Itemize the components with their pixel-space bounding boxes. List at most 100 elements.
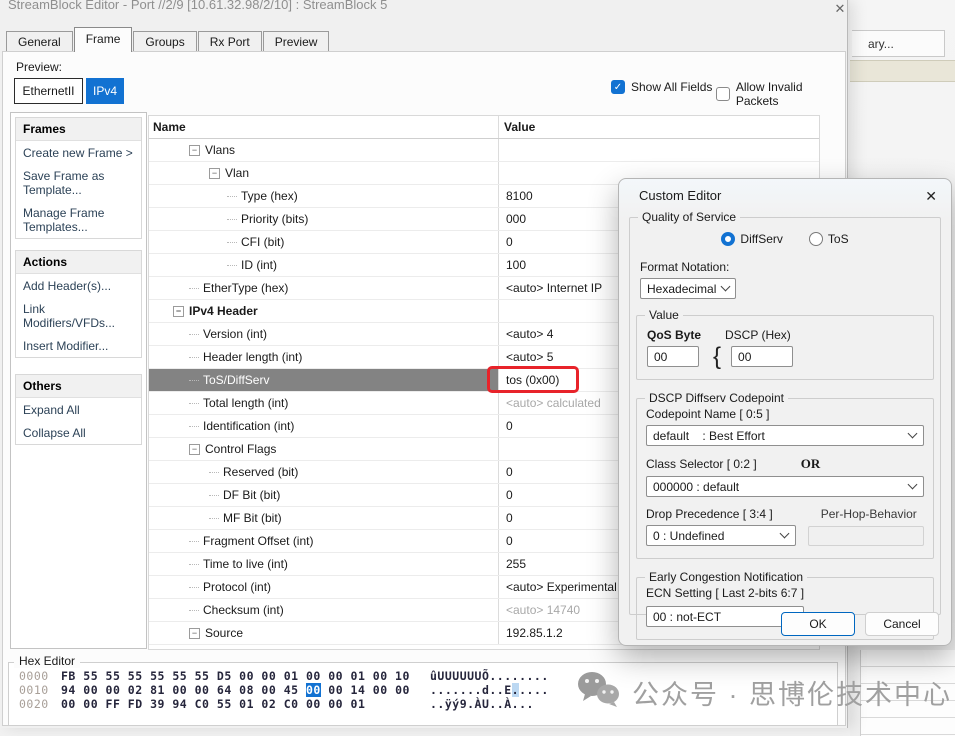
ok-button[interactable]: OK <box>781 612 855 636</box>
show-all-fields-option[interactable]: ✓ Show All Fields <box>611 80 712 94</box>
collapse-icon[interactable]: − <box>189 145 200 156</box>
hex-offset: 0000 <box>19 669 61 683</box>
watermark-text: 公众号 · 思博伦技术中心 <box>632 673 952 712</box>
value-group-label: Value <box>645 308 683 322</box>
allow-invalid-packets-option[interactable]: Allow Invalid Packets <box>716 80 847 108</box>
checkbox-checked-icon[interactable]: ✓ <box>611 80 625 94</box>
selected-byte[interactable]: 00 <box>306 683 321 697</box>
tab-bar: General Frame Groups Rx Port Preview <box>6 29 330 52</box>
tree-leaf-tick <box>189 357 199 358</box>
drop-precedence-label: Drop Precedence [ 3:4 ] <box>646 507 773 521</box>
class-selector-label: Class Selector [ 0:2 ] <box>646 457 757 471</box>
format-notation-label: Format Notation: <box>640 260 934 274</box>
custom-editor-dialog: Custom Editor ✕ Quality of Service DiffS… <box>618 178 952 646</box>
tree-leaf-tick <box>189 541 199 542</box>
ecn-group-label: Early Congestion Notification <box>645 570 807 584</box>
collapse-icon[interactable]: − <box>173 306 184 317</box>
actions-section-title: Actions <box>16 251 141 274</box>
frames-section-title: Frames <box>16 118 141 141</box>
dialog-close-icon[interactable]: ✕ <box>925 188 937 205</box>
tree-leaf-tick <box>189 334 199 335</box>
dscp-group-label: DSCP Diffserv Codepoint <box>645 391 788 405</box>
cancel-button[interactable]: Cancel <box>865 612 939 636</box>
tree-leaf-tick <box>189 564 199 565</box>
codepoint-name-select[interactable]: default : Best Effort <box>646 425 924 446</box>
tab-preview[interactable]: Preview <box>263 31 330 52</box>
tree-leaf-tick <box>227 242 237 243</box>
red-annotation-rectangle <box>487 366 579 393</box>
sidebar-item-collapse-all[interactable]: Collapse All <box>16 421 141 444</box>
background-partial-tab[interactable]: ary... <box>852 30 945 57</box>
per-hop-behavior-label: Per-Hop-Behavior <box>821 507 917 521</box>
tree-leaf-tick <box>189 587 199 588</box>
checkbox-unchecked-icon[interactable] <box>716 87 730 101</box>
diffserv-radio[interactable]: DiffServ <box>721 232 782 246</box>
frames-section: Frames Create new Frame > Save Frame as … <box>15 117 142 239</box>
title-bar: StreamBlock Editor - Port //2/9 [10.61.3… <box>0 0 848 28</box>
value-column-header: Value <box>499 116 819 138</box>
watermark: 公众号 · 思博伦技术中心 <box>576 670 952 715</box>
per-hop-behavior-field-disabled <box>808 526 924 546</box>
ethernetii-button[interactable]: EthernetII <box>14 78 83 104</box>
task-sidebar: Frames Create new Frame > Save Frame as … <box>10 112 147 649</box>
sidebar-item-add-headers[interactable]: Add Header(s)... <box>16 274 141 297</box>
radio-selected-icon[interactable] <box>721 232 735 246</box>
sidebar-item-save-frame-as-template[interactable]: Save Frame as Template... <box>16 164 141 201</box>
sidebar-item-manage-frame-templates[interactable]: Manage Frame Templates... <box>16 201 141 238</box>
selected-ascii-char: . <box>512 683 519 697</box>
hex-offset: 0010 <box>19 683 61 697</box>
others-section-title: Others <box>16 375 141 398</box>
class-selector-select[interactable]: 000000 : default <box>646 476 924 497</box>
value-group: Value QoS Byte DSCP (Hex) 00 { 00 <box>636 315 934 380</box>
preview-label: Preview: <box>16 60 62 74</box>
tree-leaf-tick <box>227 265 237 266</box>
tab-rx-port[interactable]: Rx Port <box>198 31 262 52</box>
tree-leaf-tick <box>189 288 199 289</box>
qos-byte-input[interactable]: 00 <box>647 346 699 367</box>
table-row-vlans[interactable]: −Vlans <box>149 139 819 162</box>
tab-frame[interactable]: Frame <box>74 27 133 52</box>
show-all-fields-label: Show All Fields <box>631 80 712 94</box>
ipv4-button[interactable]: IPv4 <box>86 78 124 104</box>
brace-glyph: { <box>713 347 721 367</box>
sidebar-item-link-modifiers-vfds[interactable]: Link Modifiers/VFDs... <box>16 297 141 334</box>
wechat-icon <box>576 670 622 715</box>
tree-leaf-tick <box>209 495 219 496</box>
collapse-icon[interactable]: − <box>189 628 200 639</box>
quality-of-service-group: Quality of Service DiffServ ToS Format N… <box>629 217 941 615</box>
actions-section: Actions Add Header(s)... Link Modifiers/… <box>15 250 142 358</box>
sidebar-item-insert-modifier[interactable]: Insert Modifier... <box>16 334 141 357</box>
chevron-down-icon <box>908 429 918 439</box>
name-column-header: Name <box>149 116 499 138</box>
tree-leaf-tick <box>189 380 199 381</box>
dscp-diffserv-codepoint-group: DSCP Diffserv Codepoint Codepoint Name [… <box>636 398 934 559</box>
table-header: Name Value <box>149 116 819 139</box>
hex-offset: 0020 <box>19 697 61 711</box>
tree-leaf-tick <box>209 518 219 519</box>
tos-radio[interactable]: ToS <box>809 232 849 246</box>
chevron-down-icon <box>908 480 918 490</box>
window-title: StreamBlock Editor - Port //2/9 [10.61.3… <box>8 0 387 12</box>
close-icon[interactable]: ✕ <box>832 1 848 17</box>
dscp-hex-input[interactable]: 00 <box>731 346 793 367</box>
hex-editor-label: Hex Editor <box>14 654 80 668</box>
sidebar-item-create-new-frame[interactable]: Create new Frame > <box>16 141 141 164</box>
collapse-icon[interactable]: − <box>189 444 200 455</box>
tree-leaf-tick <box>209 472 219 473</box>
tree-leaf-tick <box>189 610 199 611</box>
sidebar-item-expand-all[interactable]: Expand All <box>16 398 141 421</box>
others-section: Others Expand All Collapse All <box>15 374 142 445</box>
ecn-setting-label: ECN Setting [ Last 2-bits 6:7 ] <box>646 586 924 600</box>
drop-precedence-select[interactable]: 0 : Undefined <box>646 525 796 546</box>
collapse-icon[interactable]: − <box>209 168 220 179</box>
allow-invalid-packets-label: Allow Invalid Packets <box>736 80 847 108</box>
chevron-down-icon <box>780 529 790 539</box>
tab-general[interactable]: General <box>6 31 73 52</box>
qos-group-label: Quality of Service <box>638 210 740 224</box>
background-toolbar <box>850 60 955 82</box>
tree-leaf-tick <box>227 219 237 220</box>
qos-byte-label: QoS Byte <box>647 328 725 342</box>
format-notation-select[interactable]: Hexadecimal <box>640 278 736 299</box>
tab-groups[interactable]: Groups <box>133 31 196 52</box>
radio-unselected-icon[interactable] <box>809 232 823 246</box>
